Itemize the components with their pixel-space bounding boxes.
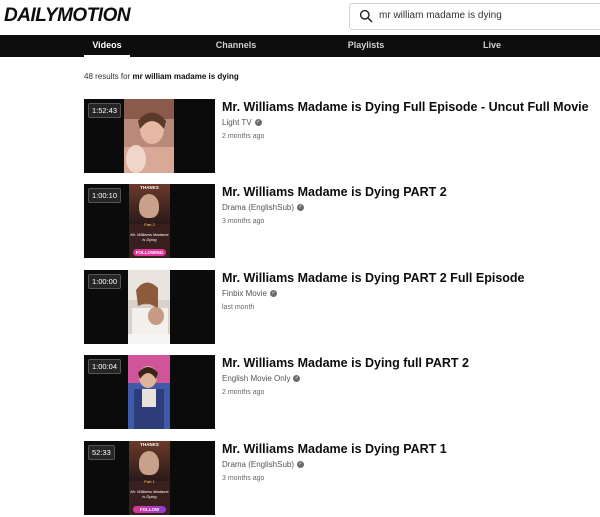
- poster-thanks: THANKS: [140, 185, 159, 190]
- video-title[interactable]: Mr. Williams Madame is Dying PART 2: [222, 185, 600, 199]
- upload-age: 3 months ago: [222, 475, 265, 482]
- results-count-text: 48 results for: [84, 72, 131, 81]
- duration-badge: 1:00:10: [88, 188, 122, 203]
- video-thumbnail[interactable]: 1:00:04: [84, 355, 215, 429]
- channel-label[interactable]: Light TV: [222, 118, 252, 127]
- thumbnail-image: [128, 355, 170, 429]
- search-input[interactable]: mr william madame is dying: [379, 10, 502, 21]
- search-tabs: Videos Channels Playlists Live: [0, 35, 600, 57]
- upload-age: last month: [222, 304, 255, 311]
- thumbnail-image: [124, 99, 174, 173]
- thumbnail-poster: THANKS Part 1 Mr. Williams Madame is Dyi…: [129, 441, 170, 515]
- video-title[interactable]: Mr. Williams Madame is Dying PART 1: [222, 442, 600, 456]
- channel-name[interactable]: English Movie Only ✓: [222, 374, 301, 383]
- search-icon[interactable]: [359, 9, 373, 23]
- video-title[interactable]: Mr. Williams Madame is Dying full PART 2: [222, 356, 600, 370]
- duration-badge: 52:33: [88, 445, 115, 460]
- video-result-5[interactable]: THANKS Part 1 Mr. Williams Madame is Dyi…: [84, 441, 600, 517]
- poster-title: Mr. Williams Madame is Dying: [130, 232, 169, 242]
- thumbnail-image: [128, 270, 170, 344]
- channel-label[interactable]: English Movie Only: [222, 374, 290, 383]
- verified-icon: ✓: [254, 119, 262, 127]
- site-header: DAILYMOTION mr william madame is dying: [0, 0, 600, 35]
- channel-label[interactable]: Finbix Movie: [222, 289, 267, 298]
- video-thumbnail[interactable]: THANKS Part 1 Mr. Williams Madame is Dyi…: [84, 441, 215, 515]
- channel-name[interactable]: Drama (EnglishSub) ✓: [222, 460, 305, 469]
- search-box[interactable]: mr william madame is dying: [349, 3, 600, 30]
- tab-videos[interactable]: Videos: [84, 35, 130, 57]
- results-summary: 48 results for mr william madame is dyin…: [84, 72, 239, 81]
- upload-age: 2 months ago: [222, 133, 265, 140]
- video-thumbnail[interactable]: 1:00:00: [84, 270, 215, 344]
- video-thumbnail[interactable]: 1:52:43: [84, 99, 215, 173]
- video-result-1[interactable]: 1:52:43 Mr. Williams Madame is Dying Ful…: [84, 99, 600, 175]
- video-result-3[interactable]: 1:00:00 Mr. Williams Madame is Dying PAR…: [84, 270, 600, 346]
- verified-icon: ✓: [297, 461, 305, 469]
- follow-pill: FOLLOWING: [133, 249, 166, 256]
- poster-part: Part 1: [144, 479, 155, 484]
- thumbnail-poster: THANKS Part 2 Mr. Williams Madame is Dyi…: [129, 184, 170, 258]
- duration-badge: 1:00:00: [88, 274, 122, 289]
- duration-badge: 1:00:04: [88, 359, 122, 374]
- tab-playlists[interactable]: Playlists: [340, 35, 392, 57]
- channel-name[interactable]: Drama (EnglishSub) ✓: [222, 203, 305, 212]
- channel-label[interactable]: Drama (EnglishSub): [222, 203, 294, 212]
- poster-thanks: THANKS: [140, 442, 159, 447]
- channel-label[interactable]: Drama (EnglishSub): [222, 460, 294, 469]
- upload-age: 3 months ago: [222, 218, 265, 225]
- video-thumbnail[interactable]: THANKS Part 2 Mr. Williams Madame is Dyi…: [84, 184, 215, 258]
- verified-icon: ✓: [269, 290, 277, 298]
- results-query: mr william madame is dying: [132, 72, 239, 81]
- video-title[interactable]: Mr. Williams Madame is Dying Full Episod…: [222, 100, 600, 114]
- video-title[interactable]: Mr. Williams Madame is Dying PART 2 Full…: [222, 271, 600, 285]
- verified-icon: ✓: [297, 204, 305, 212]
- video-result-2[interactable]: THANKS Part 2 Mr. Williams Madame is Dyi…: [84, 184, 600, 260]
- channel-name[interactable]: Finbix Movie ✓: [222, 289, 277, 298]
- poster-part: Part 2: [144, 222, 155, 227]
- tab-live[interactable]: Live: [474, 35, 510, 57]
- poster-title: Mr. Williams Madame is Dying: [130, 489, 169, 499]
- follow-pill: FOLLOW: [133, 506, 166, 513]
- video-result-4[interactable]: 1:00:04 Mr. Williams Madame is Dying ful…: [84, 355, 600, 431]
- verified-icon: ✓: [293, 375, 301, 383]
- upload-age: 2 months ago: [222, 389, 265, 396]
- duration-badge: 1:52:43: [88, 103, 122, 118]
- tab-channels[interactable]: Channels: [210, 35, 262, 57]
- dailymotion-logo[interactable]: DAILYMOTION: [4, 5, 131, 27]
- channel-name[interactable]: Light TV ✓: [222, 118, 262, 127]
